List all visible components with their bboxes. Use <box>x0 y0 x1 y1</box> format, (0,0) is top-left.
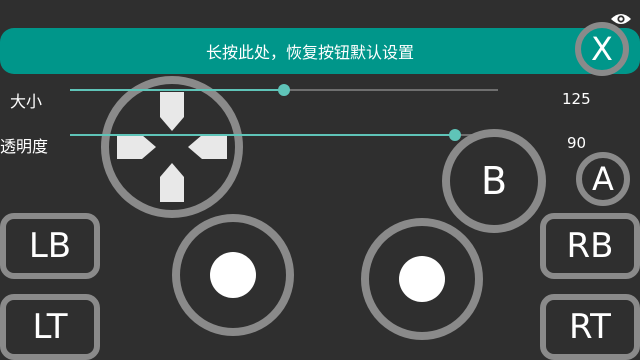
b-button-label: B <box>480 159 508 203</box>
lb-button-label: LB <box>28 226 72 266</box>
size-slider-fill <box>70 89 284 91</box>
dpad <box>117 92 227 202</box>
left-joystick-knob[interactable] <box>210 252 256 298</box>
reset-defaults-banner[interactable]: 长按此处，恢复按钮默认设置 <box>0 28 640 74</box>
dpad-left-button[interactable] <box>117 135 156 159</box>
opacity-slider-label: 透明度 <box>0 137 49 156</box>
lt-button-label: LT <box>32 307 68 347</box>
reset-defaults-text: 长按此处，恢复按钮默认设置 <box>205 43 414 62</box>
size-slider-label: 大小 <box>10 92 43 111</box>
rb-button-label: RB <box>566 226 614 266</box>
dpad-up-button[interactable] <box>160 92 184 131</box>
right-joystick-knob[interactable] <box>399 256 445 302</box>
size-slider-value: 125 <box>562 90 591 108</box>
dpad-down-button[interactable] <box>160 163 184 202</box>
dpad-right-button[interactable] <box>188 135 227 159</box>
rb-button[interactable]: RB <box>540 213 640 279</box>
opacity-slider-fill <box>70 134 455 136</box>
rt-button-label: RT <box>569 307 611 347</box>
rt-button[interactable]: RT <box>540 294 640 360</box>
opacity-slider-value: 90 <box>567 134 587 152</box>
lb-button[interactable]: LB <box>0 213 100 279</box>
size-slider-thumb[interactable] <box>278 84 290 96</box>
x-button-label: X <box>591 30 613 68</box>
lt-button[interactable]: LT <box>0 294 100 360</box>
a-button-label: A <box>592 160 614 198</box>
